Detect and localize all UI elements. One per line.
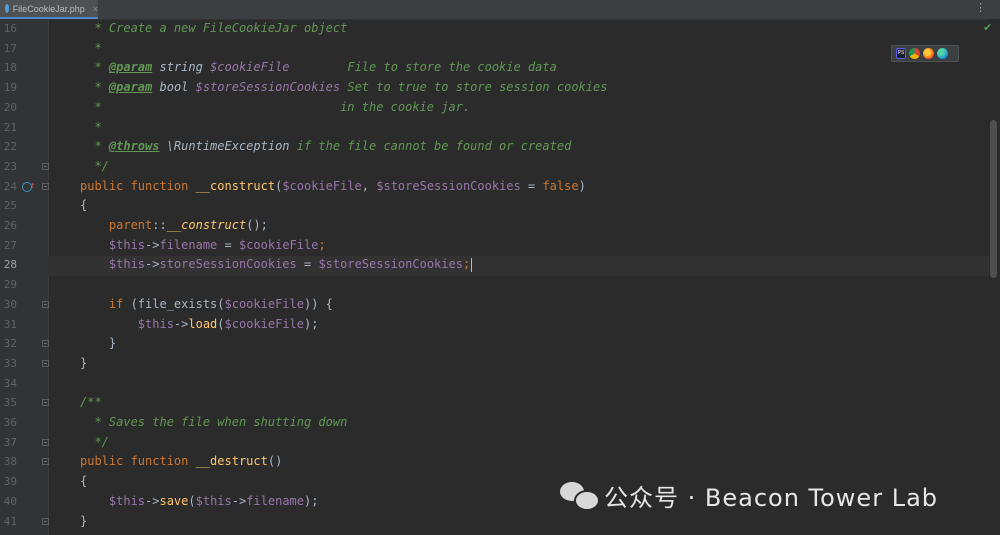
fold-marker[interactable]	[42, 359, 49, 367]
code-text: {	[80, 474, 88, 489]
code-text: * @param bool $storeSessionCookies Set t…	[80, 80, 608, 95]
code-text: * @param string $cookieFile File to stor…	[80, 60, 557, 75]
code-line: 16 * Create a new FileCookieJar object	[0, 19, 1000, 39]
line-number: 33	[3, 356, 17, 370]
code-text: }	[80, 355, 88, 370]
code-line: 41 }	[0, 512, 1000, 532]
line-number: 19	[3, 81, 17, 95]
tab-file-cookie-jar[interactable]: FileCookieJar.php ×	[0, 0, 98, 19]
code-line: 31 $this->load($cookieFile);	[0, 315, 1000, 335]
line-number: 26	[3, 219, 17, 232]
code-text: if (file_exists($cookieFile)) {	[80, 296, 333, 311]
code-text: parent::__construct();	[80, 218, 268, 232]
fold-marker[interactable]	[42, 182, 49, 190]
code-text: /**	[80, 395, 102, 410]
line-number: 41	[3, 514, 17, 528]
line-number: 27	[3, 238, 17, 252]
code-text: public function __destruct()	[80, 454, 283, 469]
more-options-icon[interactable]: ⋮	[975, 2, 986, 14]
code-text: */	[80, 434, 109, 449]
tab-label: FileCookieJar.php	[12, 3, 85, 14]
code-line: 35 /**	[0, 393, 1000, 413]
code-line: 36 * Saves the file when shutting down	[0, 413, 1000, 433]
line-number: 36	[3, 416, 17, 429]
line-number: 39	[3, 475, 17, 489]
code-text: * @throws \RuntimeException if the file …	[80, 139, 572, 154]
code-line: 18 * @param string $cookieFile File to s…	[0, 58, 1000, 78]
line-number: 40	[3, 494, 17, 508]
code-text: *	[80, 40, 102, 55]
override-arrow-icon: ↑	[30, 180, 36, 191]
line-number: 24	[3, 179, 17, 193]
watermark-text: 公众号 · Beacon Tower Lab	[604, 483, 939, 512]
line-number: 37	[3, 435, 17, 449]
code-line: 29	[0, 275, 1000, 295]
code-text: }	[80, 513, 88, 528]
line-number: 34	[3, 376, 17, 390]
line-number: 32	[3, 337, 17, 351]
code-line: 30 if (file_exists($cookieFile)) {	[0, 295, 1000, 315]
code-line: 37 */	[0, 433, 1000, 453]
code-line: 38 public function __destruct()	[0, 452, 1000, 472]
fold-marker[interactable]	[42, 300, 49, 308]
fold-marker[interactable]	[42, 399, 49, 407]
code-text: * Create a new FileCookieJar object	[80, 21, 348, 35]
line-number: 17	[3, 41, 17, 55]
code-line: 26 parent::__construct();	[0, 216, 1000, 236]
line-number: 23	[3, 159, 17, 173]
line-number: 38	[3, 455, 17, 469]
code-text: {	[80, 198, 88, 213]
code-line: 33 }	[0, 354, 1000, 374]
code-line: 24 ↑ public function __construct($cookie…	[0, 177, 1000, 197]
wechat-icon	[560, 480, 600, 511]
fold-marker[interactable]	[42, 438, 49, 446]
code-text: $this->save($this->filename);	[80, 493, 319, 508]
code-line: 25 {	[0, 196, 1000, 216]
code-line: 20 * in the cookie jar.	[0, 98, 1000, 118]
editor-tab-bar: FileCookieJar.php × ⋮	[0, 0, 1000, 20]
line-number: 30	[3, 297, 17, 311]
code-text: * in the cookie jar.	[80, 99, 471, 114]
line-number: 29	[3, 278, 17, 292]
line-number: 18	[3, 61, 17, 75]
line-number: 28	[3, 258, 17, 272]
fold-marker[interactable]	[42, 340, 49, 348]
line-number: 20	[3, 100, 17, 114]
fold-marker[interactable]	[42, 517, 49, 525]
code-text: */	[80, 158, 109, 173]
code-line: 19 * @param bool $storeSessionCookies Se…	[0, 78, 1000, 98]
watermark: 公众号 · Beacon Tower Lab	[560, 478, 938, 512]
code-text: }	[80, 336, 117, 351]
code-line: 32 }	[0, 334, 1000, 354]
code-line: 17 *	[0, 39, 1000, 59]
code-text: *	[80, 119, 102, 134]
fold-marker[interactable]	[42, 162, 49, 170]
line-number: 22	[3, 140, 17, 154]
code-line: 22 * @throws \RuntimeException if the fi…	[0, 137, 1000, 157]
line-number: 35	[3, 396, 17, 410]
line-number: 31	[3, 317, 17, 331]
line-number: 16	[3, 22, 17, 35]
code-line-current: 28 $this->storeSessionCookies = $storeSe…	[0, 255, 1000, 275]
code-text: * Saves the file when shutting down	[80, 415, 348, 429]
code-line: 27 $this->filename = $cookieFile;	[0, 236, 1000, 256]
code-line: 21 *	[0, 118, 1000, 138]
line-number: 25	[3, 199, 17, 213]
text-caret	[471, 257, 473, 272]
line-number: 21	[3, 120, 17, 134]
close-icon[interactable]: ×	[93, 4, 98, 14]
code-text: public function __construct($cookieFile,…	[80, 178, 586, 193]
php-file-icon	[5, 4, 9, 13]
code-line: 34	[0, 374, 1000, 394]
code-text: $this->filename = $cookieFile;	[80, 237, 326, 252]
code-text: $this->load($cookieFile);	[80, 316, 319, 331]
code-line: 23 */	[0, 157, 1000, 177]
fold-marker[interactable]	[42, 458, 49, 466]
code-text: $this->storeSessionCookies = $storeSessi…	[80, 257, 473, 272]
